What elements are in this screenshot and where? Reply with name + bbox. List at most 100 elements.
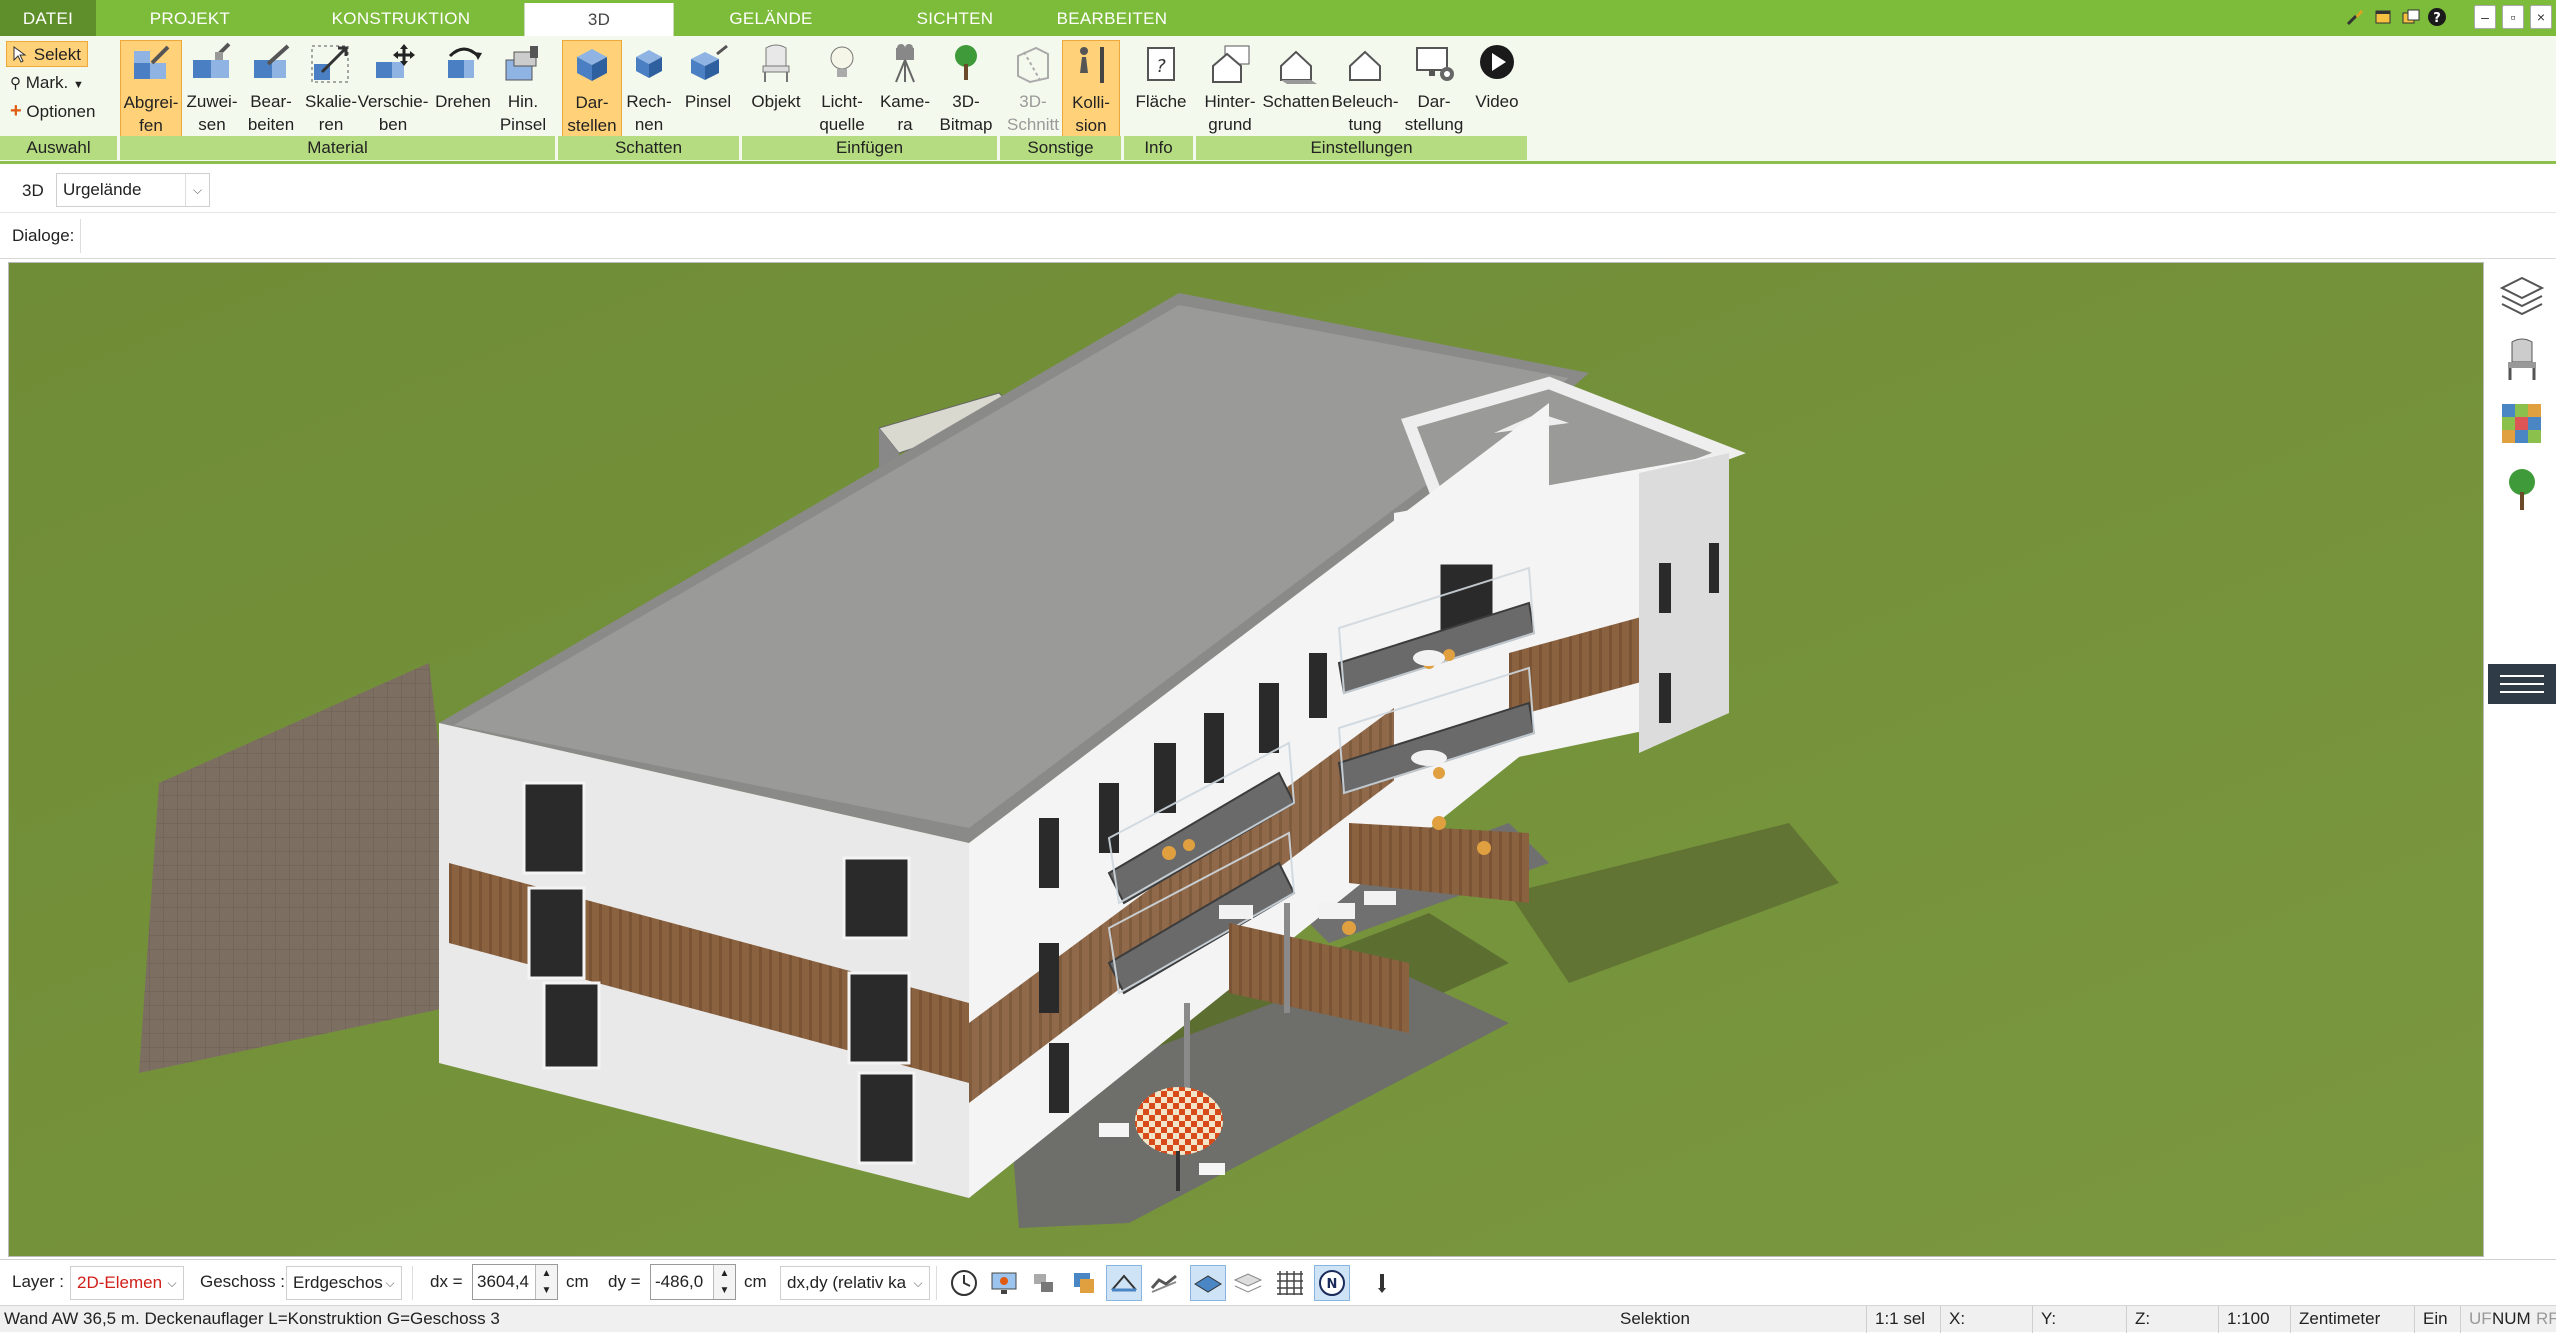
coord-mode-combo[interactable]: dx,dy (relativ ka ⌵	[780, 1266, 930, 1300]
cursor-icon	[13, 46, 27, 63]
ribbon-tab-bar: DATEI PROJEKT KONSTRUKTION 3D GELÄNDE SI…	[0, 0, 2556, 36]
chevron-down-icon: ⌵	[167, 1276, 177, 1290]
north-icon[interactable]: N	[1314, 1265, 1350, 1301]
hin-pinsel-button[interactable]: Hin. Pinsel	[494, 40, 552, 140]
materials-icon[interactable]	[2498, 400, 2546, 448]
edit-material-icon	[254, 44, 290, 78]
tab-sichten[interactable]: SICHTEN	[900, 0, 1010, 36]
collision-icon	[1080, 47, 1104, 83]
optionen-button[interactable]: + Optionen	[6, 98, 101, 124]
windows-arrange-icon[interactable]	[2400, 5, 2422, 29]
layer-combo[interactable]: 2D-Elemen ⌵	[70, 1266, 184, 1300]
display-settings-icon	[1416, 47, 1454, 81]
geschoss-combo[interactable]: Erdgeschos ⌵	[286, 1266, 402, 1300]
brush-quick-icon[interactable]	[2344, 5, 2366, 29]
objects-icon[interactable]	[1026, 1265, 1062, 1301]
mark-button[interactable]: ⚲ Mark. ▼	[6, 70, 90, 96]
history-clock-icon[interactable]	[946, 1265, 982, 1301]
more-options-icon[interactable]	[1364, 1265, 1400, 1301]
tab-bearbeiten[interactable]: BEARBEITEN	[1044, 0, 1180, 36]
ribbon: Selekt ⚲ Mark. ▼ + Optionen Auswahl Abgr…	[0, 36, 2556, 164]
cube-render-icon	[636, 50, 662, 78]
dx-input[interactable]: 3604,4 ▲ ▼	[472, 1264, 558, 1300]
dy-unit: cm	[744, 1272, 767, 1291]
tab-gelaende[interactable]: GELÄNDE	[706, 0, 836, 36]
tree-icon	[955, 45, 977, 80]
tab-3d[interactable]: 3D	[524, 3, 674, 36]
stairs-icon[interactable]	[1146, 1265, 1182, 1301]
status-rf: RF	[2536, 1309, 2556, 1328]
chevron-down-icon: ▼	[72, 79, 84, 91]
layers-icon[interactable]	[2498, 272, 2546, 320]
layer-select[interactable]: Urgelände ⌵	[56, 173, 210, 207]
dy-input[interactable]: -486,0 ▲ ▼	[650, 1264, 736, 1300]
layers-stack-icon[interactable]	[1230, 1265, 1266, 1301]
dx-unit: cm	[566, 1272, 589, 1291]
group-schatten: Schatten	[558, 136, 740, 160]
bitmap-button[interactable]: 3D- Bitmap	[934, 40, 998, 140]
roof-view-icon[interactable]	[1106, 1265, 1142, 1301]
tab-projekt[interactable]: PROJEKT	[120, 0, 260, 36]
schatten-settings-button[interactable]: Schatten	[1262, 40, 1330, 140]
abgreifen-button[interactable]: Abgrei- fen	[120, 40, 182, 140]
skalieren-button[interactable]: Skalie- ren	[302, 40, 360, 140]
bearbeiten-button[interactable]: Bear- beiten	[240, 40, 302, 140]
panel-toggle-button[interactable]	[2488, 664, 2556, 704]
status-y: Y:	[2032, 1306, 2056, 1333]
beleuchtung-button[interactable]: Beleuch- tung	[1330, 40, 1400, 140]
furniture-icon[interactable]	[2498, 336, 2546, 384]
lighting-house-icon	[1349, 50, 1381, 81]
3d-viewport[interactable]	[8, 262, 2484, 1257]
mark-icon: ⚲	[10, 75, 21, 92]
drehen-button[interactable]: Drehen	[432, 40, 494, 140]
play-icon	[1480, 45, 1514, 79]
background-house-icon	[1212, 45, 1250, 83]
divider	[412, 1266, 413, 1300]
darstellen-button[interactable]: Dar- stellen	[562, 40, 622, 140]
flaeche-button[interactable]: ? Fläche	[1130, 40, 1192, 140]
geschoss-label: Geschoss :	[200, 1272, 286, 1291]
window-icon[interactable]	[2372, 5, 2394, 29]
screen-icon[interactable]	[986, 1265, 1022, 1301]
objekt-button[interactable]: Objekt	[744, 40, 808, 140]
status-ein: Ein	[2414, 1306, 2448, 1333]
bottom-toolbar: Layer : 2D-Elemen ⌵ Geschoss : Erdgeschos…	[0, 1259, 2556, 1305]
selekt-button[interactable]: Selekt	[6, 41, 88, 67]
grid-icon[interactable]	[1272, 1265, 1308, 1301]
svg-text:N: N	[1327, 1277, 1338, 1292]
lichtquelle-button[interactable]: Licht- quelle	[810, 40, 874, 140]
minimize-button[interactable]: –	[2474, 5, 2496, 29]
verschieben-button[interactable]: Verschie- ben	[356, 40, 430, 140]
terrain-view-icon[interactable]	[1190, 1265, 1226, 1301]
rechnen-button[interactable]: Rech- nen	[620, 40, 678, 140]
spinner-arrows-icon[interactable]: ▲ ▼	[713, 1265, 735, 1299]
status-unit: Zentimeter	[2290, 1306, 2380, 1333]
close-button[interactable]: ×	[2530, 5, 2552, 29]
help-icon[interactable]: ?	[2426, 5, 2448, 29]
darstellung-button[interactable]: Dar- stellung	[1402, 40, 1466, 140]
layers-view-icon[interactable]	[1066, 1265, 1102, 1301]
spinner-arrows-icon[interactable]: ▲ ▼	[535, 1265, 557, 1299]
zuweisen-button[interactable]: Zuwei- sen	[184, 40, 240, 140]
tab-konstruktion[interactable]: KONSTRUKTION	[318, 0, 484, 36]
section-cut-icon	[1017, 46, 1049, 84]
rotate-icon	[448, 47, 482, 78]
chair-icon	[762, 44, 790, 82]
layer-label: Layer :	[12, 1272, 64, 1291]
chevron-down-icon: ⌵	[385, 1276, 395, 1290]
plants-icon[interactable]	[2498, 464, 2546, 512]
divider	[80, 219, 81, 253]
restore-button[interactable]: ▫	[2502, 5, 2524, 29]
video-button[interactable]: Video	[1466, 40, 1528, 140]
divider	[936, 1266, 937, 1300]
pinsel-button[interactable]: Pinsel	[678, 40, 738, 140]
hintergrund-button[interactable]: Hinter- grund	[1198, 40, 1262, 140]
kollision-button[interactable]: Kolli- sion	[1062, 40, 1120, 140]
kamera-button[interactable]: Kame- ra	[874, 40, 936, 140]
tab-datei[interactable]: DATEI	[0, 0, 96, 36]
area-info-icon: ?	[1147, 47, 1175, 81]
scale-icon	[311, 45, 349, 83]
schnitt-button[interactable]: 3D- Schnitt	[1002, 40, 1064, 140]
cube-brush-icon	[691, 44, 728, 80]
svg-text:?: ?	[1156, 56, 1166, 77]
